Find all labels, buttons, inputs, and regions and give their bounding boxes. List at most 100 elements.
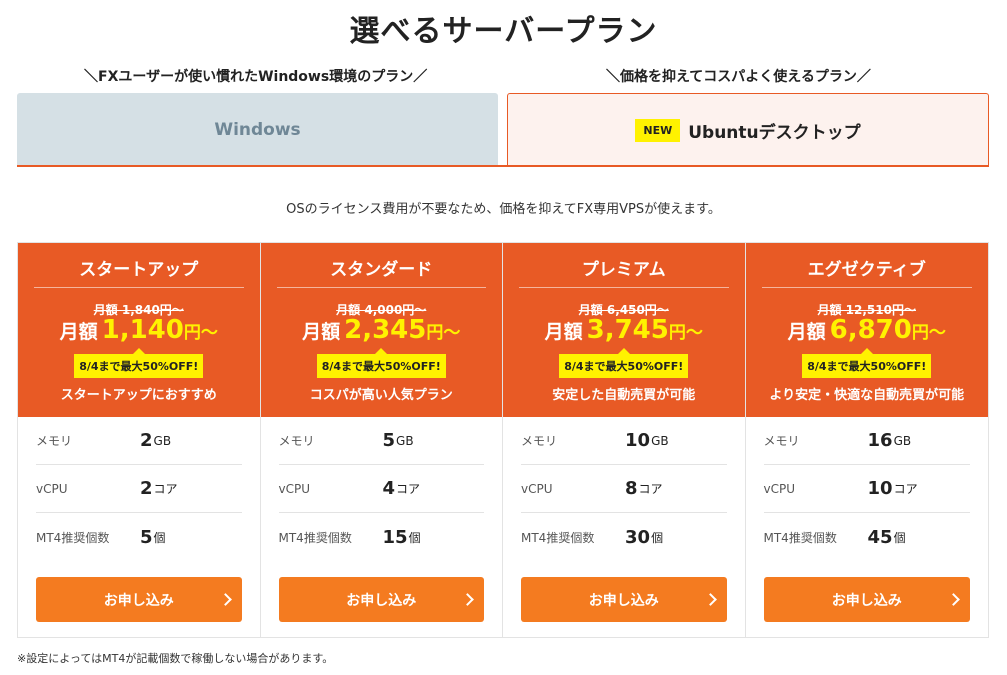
- spec-list: メモリ 2 GB vCPU 2 コア MT4推奨個数 5個: [36, 417, 242, 561]
- plan-catchphrase: 安定した自動売買が可能: [552, 388, 696, 403]
- spec-row-mt4: MT4推奨個数 45 個: [764, 513, 971, 561]
- footnote: ※設定によってはMT4が記載個数で稼働しない場合があります。: [17, 652, 334, 665]
- apply-button-label: お申し込み: [588, 592, 659, 609]
- spec-value: 4: [382, 478, 396, 499]
- plan-header: エグゼクティブ 月額 12,510円〜 月額 6,870円〜 8/4まで最大50%…: [745, 243, 989, 417]
- spec-value: 10: [867, 478, 893, 499]
- plan-card-startup: スタートアップ 月額 1,840円〜 月額 1,140円〜 8/4まで最大50%O…: [18, 243, 261, 637]
- chevron-right-icon: [461, 592, 474, 606]
- spec-unit: GB: [651, 433, 669, 448]
- spec-label: vCPU: [278, 481, 311, 496]
- spec-unit: GB: [893, 433, 912, 448]
- chevron-right-icon: [703, 592, 717, 606]
- spec-row-mt4: MT4推奨個数 30 個: [521, 513, 727, 561]
- ubuntu-plan-subtitle: ＼価格を抑えてコスパよく使えるプラン／: [606, 69, 871, 85]
- chevron-right-icon: [218, 592, 232, 606]
- tab-ubuntu-label: Ubuntuデスクトップ: [688, 122, 861, 143]
- spec-unit: コア: [893, 482, 918, 496]
- divider: [761, 287, 972, 288]
- spec-unit: コア: [153, 482, 178, 496]
- spec-row-vcpu: vCPU 10 コア: [763, 465, 970, 513]
- spec-list: メモリ 16 GB vCPU 10 コア MT4推奨個数 45 個: [763, 417, 971, 561]
- campaign-badge: 8/4まで最大50%OFF!: [802, 348, 932, 378]
- apply-button-label: お申し込み: [103, 592, 174, 609]
- spec-label: vCPU: [521, 481, 553, 496]
- tab-windows[interactable]: Windows: [17, 93, 498, 166]
- windows-plan-subtitle: ＼FXユーザーが使い慣れたWindows環境のプラン／: [84, 69, 428, 85]
- sale-price: 月額 2,345円〜: [261, 315, 503, 345]
- spec-label: MT4推奨個数: [36, 530, 110, 545]
- spec-unit: 個: [408, 530, 421, 545]
- new-badge: NEW: [635, 118, 681, 142]
- plan-header: プレミアム 月額 6,450円〜 月額 3,745円〜 8/4まで最大50%OFF…: [503, 243, 745, 417]
- price-amount: 6,870: [829, 315, 912, 345]
- spec-unit: 個: [893, 530, 906, 545]
- price-prefix: 月額: [544, 321, 583, 343]
- page-title: 選べるサーバープラン: [349, 14, 658, 49]
- spec-label: vCPU: [763, 481, 796, 496]
- plan-card-premium: プレミアム 月額 6,450円〜 月額 3,745円〜 8/4まで最大50%OFF…: [503, 243, 746, 637]
- spec-value: 5: [382, 430, 396, 451]
- apply-button[interactable]: お申し込み: [521, 577, 727, 622]
- spec-row-mt4: MT4推奨個数 15 個: [279, 513, 485, 561]
- plan-card-executive: エグゼクティブ 月額 12,510円〜 月額 6,870円〜 8/4まで最大50%…: [745, 243, 989, 637]
- sale-price: 月額 1,140円〜: [18, 315, 260, 345]
- apply-button[interactable]: お申し込み: [278, 577, 484, 622]
- plan-catchphrase: より安定・快適な自動売買が可能: [769, 388, 965, 403]
- plan-name: プレミアム: [581, 260, 666, 280]
- plan-catchphrase: コスパが高い人気プラン: [309, 388, 453, 403]
- spec-unit: コア: [638, 482, 663, 496]
- plan-header: スタートアップ 月額 1,840円〜 月額 1,140円〜 8/4まで最大50%O…: [18, 243, 260, 417]
- spec-value: 10: [625, 430, 651, 451]
- price-unit: 円〜: [668, 323, 703, 343]
- sale-price: 月額 6,870円〜: [746, 315, 989, 345]
- spec-row-vcpu: vCPU 8 コア: [521, 465, 727, 513]
- spec-row-vcpu: vCPU 2 コア: [36, 465, 242, 513]
- price-unit: 円〜: [426, 323, 461, 343]
- divider: [519, 287, 729, 288]
- spec-unit: GB: [153, 433, 172, 448]
- spec-row-memory: メモリ 2 GB: [36, 417, 242, 465]
- tab-windows-label: Windows: [214, 119, 301, 140]
- apply-button[interactable]: お申し込み: [36, 577, 242, 622]
- price-prefix: 月額: [302, 321, 341, 343]
- plan-name: スタンダード: [330, 260, 433, 280]
- campaign-badge: 8/4まで最大50%OFF!: [316, 348, 446, 378]
- spec-unit: 個: [153, 530, 166, 545]
- apply-button-label: お申し込み: [831, 592, 902, 609]
- price-amount: 3,745: [586, 315, 669, 345]
- spec-row-memory: メモリ 10 GB: [521, 417, 727, 465]
- spec-value: 8: [625, 478, 638, 499]
- price-amount: 2,345: [344, 315, 427, 345]
- spec-value: 2: [140, 430, 153, 451]
- spec-list: メモリ 5 GB vCPU 4 コア MT4推奨個数 15 個: [278, 417, 485, 561]
- spec-unit: 個: [651, 530, 664, 545]
- spec-value: 16: [867, 430, 893, 451]
- spec-value: 5: [140, 526, 153, 548]
- spec-label: メモリ: [278, 434, 315, 448]
- spec-label: MT4推奨個数: [763, 530, 837, 545]
- spec-row-vcpu: vCPU 4 コア: [278, 465, 484, 513]
- apply-button[interactable]: お申し込み: [763, 577, 970, 622]
- plan-catchphrase: スタートアップにおすすめ: [60, 388, 217, 403]
- spec-label: MT4推奨個数: [521, 530, 595, 545]
- spec-label: vCPU: [36, 481, 68, 496]
- plan-name: スタートアップ: [79, 260, 199, 280]
- spec-row-memory: メモリ 16 GB: [763, 417, 970, 465]
- price-amount: 1,140: [101, 315, 184, 345]
- divider: [276, 287, 486, 288]
- plan-description: OSのライセンス費用が不要なため、価格を抑えてFX専用VPSが使えます。: [286, 202, 721, 217]
- spec-value: 30: [625, 526, 651, 548]
- price-prefix: 月額: [787, 321, 826, 343]
- price-prefix: 月額: [59, 321, 98, 343]
- tab-ubuntu-desktop[interactable]: NEW Ubuntuデスクトップ: [507, 93, 989, 166]
- spec-value: 15: [382, 526, 408, 548]
- spec-label: メモリ: [521, 434, 558, 448]
- spec-row-memory: メモリ 5 GB: [278, 417, 484, 465]
- spec-list: メモリ 10 GB vCPU 8 コア MT4推奨個数 30 個: [521, 417, 727, 561]
- plan-card-standard: スタンダード 月額 4,000円〜 月額 2,345円〜 8/4まで最大50%OF…: [260, 243, 503, 637]
- price-unit: 円〜: [911, 323, 946, 343]
- campaign-badge: 8/4まで最大50%OFF!: [559, 348, 689, 378]
- plan-header: スタンダード 月額 4,000円〜 月額 2,345円〜 8/4まで最大50%OF…: [260, 243, 503, 417]
- spec-label: MT4推奨個数: [278, 530, 352, 545]
